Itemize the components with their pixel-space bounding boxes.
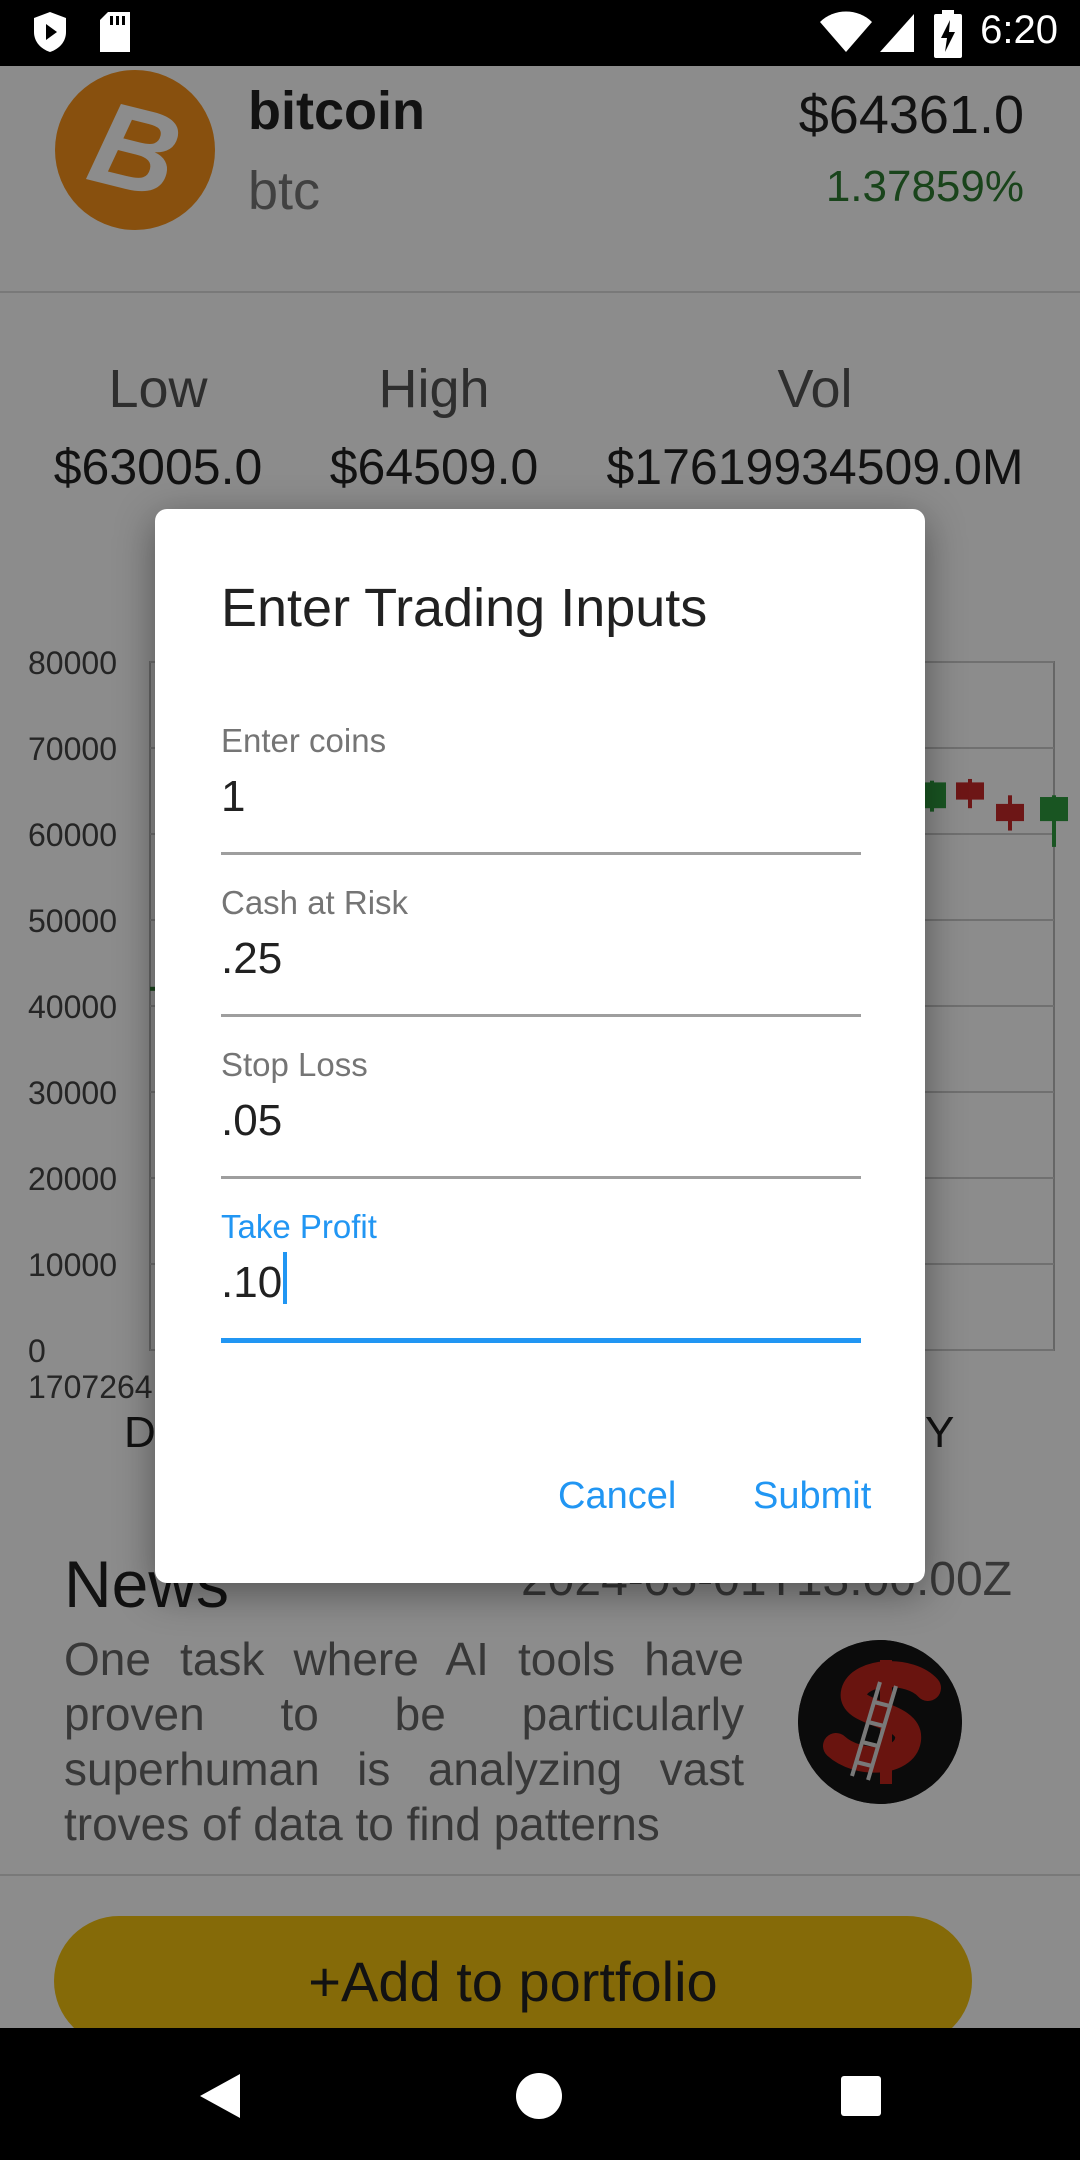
status-time: 6:20	[980, 8, 1058, 52]
recents-icon[interactable]	[839, 2074, 883, 2118]
take-profit-field: Take Profit	[221, 1208, 861, 1368]
wifi-icon	[820, 11, 872, 52]
cash-at-risk-underline	[221, 1014, 861, 1017]
coins-field-label: Enter coins	[221, 722, 387, 759]
coins-underline	[221, 852, 861, 855]
back-icon[interactable]	[198, 2072, 242, 2120]
cash-at-risk-field: Cash at Risk	[221, 884, 861, 1044]
battery-charging-icon	[934, 10, 962, 58]
submit-button[interactable]: Submit	[753, 1475, 871, 1518]
stop-loss-field: Stop Loss	[221, 1046, 861, 1206]
cash-at-risk-label: Cash at Risk	[221, 884, 409, 921]
coins-input[interactable]	[221, 762, 851, 832]
cancel-button[interactable]: Cancel	[558, 1475, 676, 1518]
status-bar: 6:20	[0, 0, 1080, 66]
stop-loss-input[interactable]	[221, 1086, 851, 1156]
stop-loss-label: Stop Loss	[221, 1046, 368, 1083]
take-profit-input[interactable]	[221, 1248, 851, 1318]
shield-play-icon	[34, 12, 66, 52]
coins-field: Enter coins	[221, 722, 861, 882]
trading-inputs-dialog: Enter Trading Inputs Enter coins Cash at…	[155, 509, 925, 1583]
dialog-title: Enter Trading Inputs	[221, 578, 708, 638]
sd-card-icon	[100, 12, 130, 52]
signal-icon	[880, 14, 914, 52]
stop-loss-underline	[221, 1176, 861, 1179]
home-icon[interactable]	[515, 2072, 563, 2120]
take-profit-label: Take Profit	[221, 1208, 377, 1245]
cash-at-risk-input[interactable]	[221, 924, 851, 994]
take-profit-underline	[221, 1338, 861, 1343]
text-cursor	[283, 1252, 287, 1304]
navigation-bar	[0, 2028, 1080, 2160]
